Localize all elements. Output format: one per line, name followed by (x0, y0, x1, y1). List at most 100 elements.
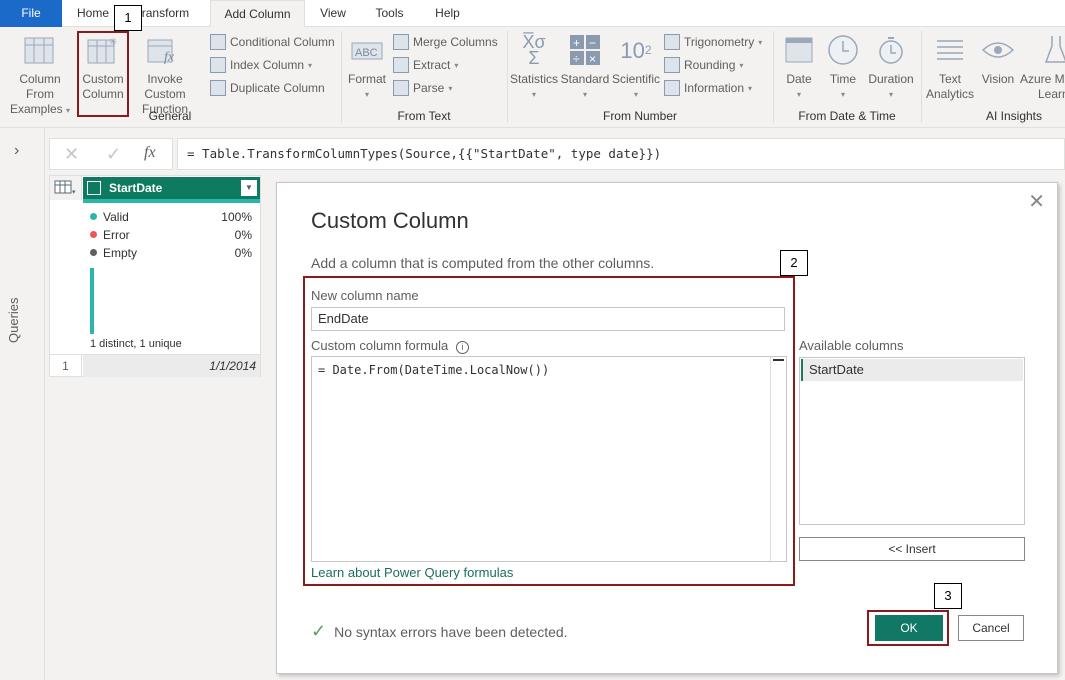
quality-empty: Empty 0% (90, 246, 252, 260)
text-analytics-label-2: Analytics (925, 87, 975, 101)
dialog-description: Add a column that is computed from the o… (311, 255, 655, 271)
svg-text:÷: ÷ (573, 52, 580, 66)
distribution-bar (90, 268, 94, 334)
dialog-title: Custom Column (311, 208, 469, 233)
text-analytics-button[interactable]: Text Analytics (925, 31, 975, 102)
group-label-from-date-time: From Date & Time (798, 109, 896, 123)
conditional-column-icon (210, 34, 226, 50)
format-label: Format (347, 72, 386, 86)
quality-error: Error 0% (90, 228, 252, 242)
merge-columns-icon (393, 34, 409, 50)
annotation-marker-1: 1 (114, 5, 142, 31)
column-header-startdate[interactable]: StartDate ▼ (83, 177, 260, 199)
group-label-general: General (148, 109, 192, 123)
text-analytics-label-1: Text (938, 72, 961, 86)
tab-view[interactable]: View (308, 0, 358, 27)
parse-icon (393, 80, 409, 96)
invoke-custom-function-button[interactable]: fx Invoke Custom Function (126, 31, 204, 117)
group-label-from-number: From Number (602, 109, 677, 123)
scientific-icon: 10 2 (620, 37, 652, 63)
format-button[interactable]: ABC Format ▾ (345, 31, 389, 102)
index-column-icon (210, 57, 226, 73)
available-column-item[interactable]: StartDate (801, 359, 1023, 381)
close-icon[interactable]: ✕ (1028, 189, 1045, 214)
extract-label: Extract (413, 58, 451, 72)
conditional-column-button[interactable]: Conditional Column (210, 33, 335, 51)
svg-text:ABC: ABC (355, 47, 378, 59)
vision-button[interactable]: Vision (978, 31, 1018, 87)
insert-button[interactable]: << Insert (799, 537, 1025, 561)
merge-columns-label: Merge Columns (413, 35, 498, 49)
valid-dot-icon (90, 213, 97, 220)
azure-ml-label-1: Azure M (1020, 72, 1065, 86)
formula-input[interactable]: = Table.TransformColumnTypes(Source,{{"S… (177, 138, 1065, 170)
statistics-label: Statistics (510, 72, 559, 86)
standard-operators-icon: + −÷ × (570, 35, 600, 66)
commit-check-icon[interactable]: ✓ (106, 144, 121, 165)
merge-columns-button[interactable]: Merge Columns (393, 33, 498, 51)
tab-tools[interactable]: Tools (362, 0, 417, 27)
trigonometry-icon (664, 34, 680, 50)
time-button[interactable]: Time ▾ (822, 31, 864, 102)
duplicate-column-button[interactable]: Duplicate Column (210, 79, 325, 97)
extract-button[interactable]: Extract ▾ (393, 56, 458, 74)
column-header-label: StartDate (109, 181, 163, 195)
available-columns-list: StartDate (799, 357, 1025, 525)
duration-button[interactable]: Duration ▾ (866, 31, 916, 102)
vision-label: Vision (981, 72, 1015, 86)
scientific-button[interactable]: 10 2 Scientific ▾ (611, 31, 661, 102)
tab-file[interactable]: File (0, 0, 62, 27)
index-column-button[interactable]: Index Column ▾ (210, 56, 312, 74)
rounding-label: Rounding (684, 58, 736, 72)
fx-icon[interactable]: fx (144, 144, 156, 162)
chevron-down-icon: ▾ (308, 60, 313, 70)
group-label-ai-insights: AI Insights (985, 109, 1043, 123)
date-button[interactable]: Date ▾ (778, 31, 820, 102)
tab-add-column[interactable]: Add Column (210, 0, 305, 28)
information-button[interactable]: Information ▾ (664, 79, 752, 97)
formula-bar-buttons: ✕ ✓ fx (49, 138, 173, 170)
information-label: Information (684, 81, 745, 95)
tab-home[interactable]: Home (66, 0, 120, 27)
standard-button[interactable]: + − ÷ × Standard ▾ (560, 31, 610, 102)
extract-icon (393, 57, 409, 73)
annotation-marker-2: 2 (780, 250, 808, 276)
chevron-down-icon: ▾ (454, 60, 459, 70)
expand-chevron-icon[interactable]: › (14, 142, 19, 160)
duplicate-column-icon (210, 80, 226, 96)
statistics-button[interactable]: X̅σ Σ Statistics ▾ (510, 31, 558, 102)
date-type-icon[interactable] (87, 181, 101, 195)
parse-button[interactable]: Parse ▾ (393, 79, 452, 97)
column-from-examples-button[interactable]: Column From Examples ▾ (4, 31, 76, 118)
column-from-examples-label-1: Column From (19, 72, 61, 101)
chevron-down-icon: ▾ (758, 37, 763, 47)
trigonometry-button[interactable]: Trigonometry ▾ (664, 33, 762, 51)
calendar-icon (785, 37, 813, 63)
table-cell[interactable]: 1/1/2014 (83, 355, 260, 377)
flask-icon (1044, 36, 1065, 63)
stopwatch-icon (879, 37, 903, 64)
format-abc-icon: ABC (351, 42, 383, 60)
azure-ml-label-2: Learn (1038, 87, 1065, 101)
ribbon-tabs: File Home Transform Add Column View Tool… (0, 0, 1065, 28)
quality-bar (83, 199, 260, 203)
parse-label: Parse (413, 81, 445, 95)
empty-dot-icon (90, 249, 97, 256)
svg-text:fx: fx (164, 50, 175, 65)
trigonometry-label: Trigonometry (684, 35, 755, 49)
syntax-status-text: No syntax errors have been detected. (334, 623, 568, 640)
rounding-button[interactable]: Rounding ▾ (664, 56, 743, 74)
tab-help[interactable]: Help (420, 0, 475, 27)
row-number[interactable]: 1 (50, 355, 82, 377)
table-icon (24, 37, 54, 64)
queries-label[interactable]: Queries (6, 283, 21, 343)
syntax-status: ✓ No syntax errors have been detected. (311, 621, 568, 642)
clock-icon (828, 35, 858, 65)
highlight-ok-button (867, 610, 949, 646)
filter-dropdown-icon[interactable]: ▼ (241, 180, 257, 196)
available-columns-label: Available columns (799, 338, 904, 353)
cancel-button[interactable]: Cancel (958, 615, 1024, 641)
azure-ml-button[interactable]: Azure M Learn (1020, 31, 1065, 102)
table-menu-button[interactable]: ▾ (50, 176, 82, 200)
cancel-x-icon[interactable]: ✕ (64, 144, 79, 165)
